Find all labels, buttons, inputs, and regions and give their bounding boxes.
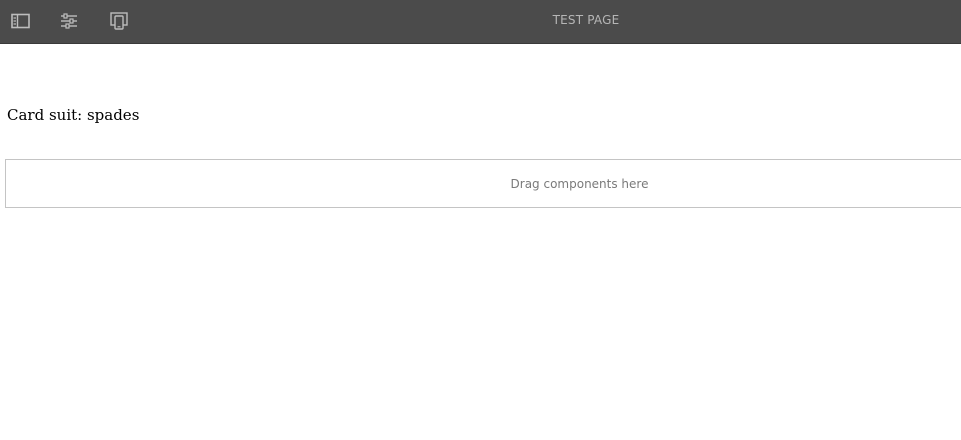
- side-panel-icon: [11, 13, 31, 29]
- component-dropzone[interactable]: Drag components here: [5, 159, 961, 208]
- emulator-button[interactable]: [106, 8, 132, 34]
- page-properties-button[interactable]: [56, 8, 82, 34]
- page-title: TEST PAGE: [552, 13, 620, 27]
- sliders-icon: [59, 13, 79, 29]
- device-preview-icon: [109, 12, 129, 30]
- toggle-side-panel-button[interactable]: [8, 8, 34, 34]
- dropzone-label: Drag components here: [510, 177, 649, 191]
- editor-toolbar: TEST PAGE: [0, 0, 961, 44]
- card-suit-text: Card suit: spades: [7, 106, 140, 124]
